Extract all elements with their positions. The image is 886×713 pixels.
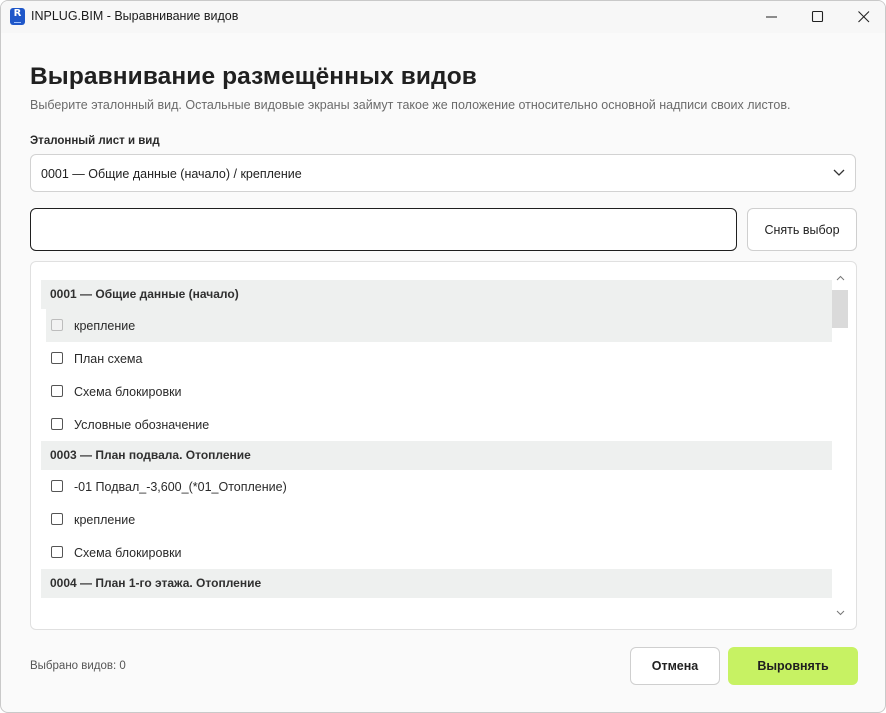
views-list-panel: 0001 — Общие данные (начало) крепление Пла… (30, 261, 857, 630)
page-subtitle: Выберите эталонный вид. Остальные видовы… (30, 98, 791, 112)
checkbox[interactable] (51, 352, 63, 364)
list-item-label: Схема блокировки (74, 385, 182, 399)
checkbox[interactable] (51, 513, 63, 525)
minimize-button[interactable] (749, 1, 795, 33)
list-item-label: -01 Подвал_-3,600_(*01_Отопление) (74, 480, 287, 494)
scroll-up-arrow-icon[interactable] (835, 273, 846, 284)
maximize-button[interactable] (795, 1, 841, 33)
page-title: Выравнивание размещённых видов (30, 63, 477, 90)
search-input[interactable] (30, 208, 737, 251)
group-header: 0001 — Общие данные (начало) (41, 280, 832, 309)
window-title: INPLUG.BIM - Выравнивание видов (31, 9, 239, 23)
checkbox[interactable] (51, 480, 63, 492)
list-item-label: крепление (74, 319, 136, 333)
list-item-label: Схема блокировки (74, 546, 182, 560)
selected-count: Выбрано видов: 0 (30, 660, 126, 672)
checkbox (51, 319, 63, 331)
clear-selection-button[interactable]: Снять выбор (747, 208, 857, 251)
maximize-icon (811, 10, 824, 23)
list-item-label: Условные обозначение (74, 418, 210, 432)
list-item-label: План схема (74, 352, 143, 366)
checkbox[interactable] (51, 385, 63, 397)
close-icon (858, 11, 870, 23)
list-item[interactable]: План схема (41, 342, 832, 375)
list-item[interactable]: Условные обозначение (41, 408, 832, 441)
checkbox[interactable] (51, 546, 63, 558)
list-item[interactable]: -01 Подвал_-3,600_(*01_Отопление) (41, 470, 832, 503)
reference-label: Эталонный лист и вид (30, 135, 160, 147)
views-list[interactable]: 0001 — Общие данные (начало) крепление Пла… (41, 280, 832, 624)
scroll-down-arrow-icon[interactable] (835, 607, 846, 618)
title-bar[interactable]: R INPLUG.BIM - Выравнивание видов (1, 1, 885, 33)
group-header: 0004 — План 1-го этажа. Отопление (41, 569, 832, 598)
minimize-icon (766, 16, 777, 18)
app-logo-letter: R (13, 8, 22, 19)
close-button[interactable] (841, 1, 885, 33)
list-scrollbar[interactable] (832, 272, 849, 620)
list-item[interactable]: крепление (41, 503, 832, 536)
reference-view-select[interactable]: 0001 — Общие данные (начало) / крепление (30, 154, 856, 192)
list-item[interactable]: Схема блокировки (41, 375, 832, 408)
chevron-down-icon (833, 169, 845, 176)
list-item-label: крепление (74, 513, 136, 527)
list-item[interactable]: Схема блокировки (41, 536, 832, 569)
cancel-button[interactable]: Отмена (630, 647, 720, 685)
dialog-window: R INPLUG.BIM - Выравнивание видов Выравн… (0, 0, 886, 713)
reference-view-value: 0001 — Общие данные (начало) / крепление (41, 167, 302, 181)
list-item[interactable]: крепление (46, 309, 832, 342)
align-button[interactable]: Выровнять (728, 647, 858, 685)
checkbox[interactable] (51, 418, 63, 430)
scrollbar-thumb[interactable] (832, 290, 848, 328)
app-logo-icon: R (10, 8, 25, 25)
group-header: 0003 — План подвала. Отопление (41, 441, 832, 470)
